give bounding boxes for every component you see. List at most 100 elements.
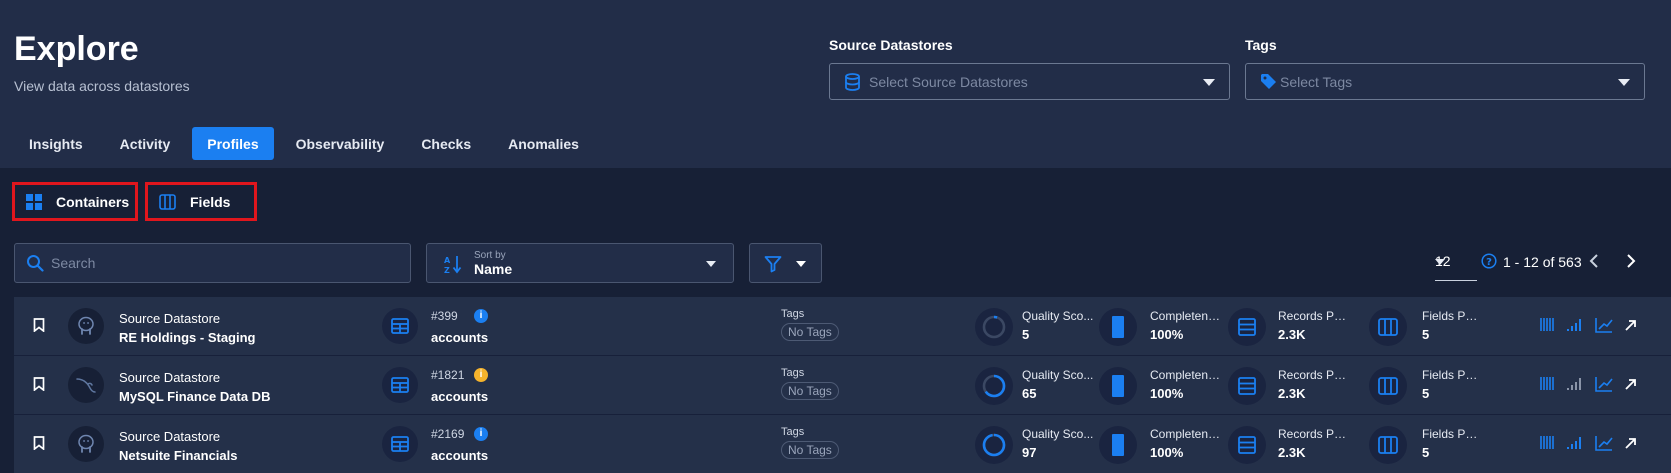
- info-icon[interactable]: i: [474, 427, 488, 441]
- filter-icon: [764, 255, 782, 278]
- sort-select[interactable]: AZ Sort by Name: [426, 243, 734, 283]
- fields-toggle[interactable]: Fields: [145, 182, 257, 221]
- records-profiled-label: Records Profil...: [1278, 309, 1350, 323]
- signal-bars-icon[interactable]: [1567, 435, 1583, 455]
- mysql-icon: [76, 378, 96, 393]
- container-id: #1821: [431, 368, 465, 382]
- svg-text:A: A: [444, 256, 451, 265]
- records-profiled-icon: [1228, 426, 1266, 464]
- quality-score-value: 5: [1022, 327, 1030, 342]
- tags-label: Tags: [781, 426, 805, 438]
- fields-profiled-icon: [1369, 308, 1407, 346]
- datastore-avatar: [68, 426, 104, 462]
- barcode-icon[interactable]: [1540, 376, 1554, 396]
- search-input[interactable]: [51, 244, 391, 282]
- datastores-filter-label: Source Datastores: [829, 37, 953, 53]
- signal-bars-icon[interactable]: [1567, 317, 1583, 337]
- tab-observability[interactable]: Observability: [281, 127, 400, 160]
- list-item[interactable]: Source Datastore Netsuite Financials #21…: [14, 415, 1671, 473]
- list-item[interactable]: Source Datastore RE Holdings - Staging #…: [14, 297, 1671, 356]
- tags-badge: No Tags: [781, 441, 839, 459]
- records-profiled-value: 2.3K: [1278, 327, 1306, 342]
- search-icon: [26, 254, 44, 277]
- sort-caption: Sort by: [474, 250, 506, 261]
- tab-profiles[interactable]: Profiles: [192, 127, 274, 160]
- tab-checks[interactable]: Checks: [406, 127, 486, 160]
- external-link-icon[interactable]: [1624, 437, 1637, 455]
- datastore-name[interactable]: MySQL Finance Data DB: [119, 389, 270, 404]
- sort-icon: AZ: [444, 254, 462, 279]
- fields-profiled-label: Fields Profi: [1422, 309, 1480, 323]
- fields-profiled-label: Fields Profi: [1422, 427, 1480, 441]
- quality-score-icon: [975, 308, 1013, 346]
- containers-toggle[interactable]: Containers: [12, 182, 138, 221]
- quality-score-value: 65: [1022, 386, 1037, 401]
- info-icon[interactable]: i: [474, 309, 488, 323]
- containers-label: Containers: [56, 193, 130, 210]
- barcode-icon[interactable]: [1540, 435, 1554, 455]
- profiles-list: Source Datastore RE Holdings - Staging #…: [14, 297, 1671, 473]
- chevron-down-icon: [796, 261, 806, 267]
- tags-placeholder: Select Tags: [1280, 74, 1353, 90]
- tab-anomalies[interactable]: Anomalies: [493, 127, 594, 160]
- sort-value: Name: [474, 261, 513, 277]
- postgres-icon: [78, 316, 94, 335]
- pagination-range: 1 - 12 of 563: [1503, 254, 1582, 270]
- completeness-value: 100%: [1150, 386, 1184, 401]
- line-chart-icon[interactable]: [1595, 376, 1613, 397]
- info-icon[interactable]: i: [474, 368, 488, 382]
- fields-profiled-value: 5: [1422, 386, 1430, 401]
- filter-button[interactable]: [749, 243, 822, 283]
- chevron-right-icon[interactable]: [1623, 251, 1639, 276]
- records-profiled-label: Records Profil...: [1278, 368, 1350, 382]
- tab-insights[interactable]: Insights: [14, 127, 98, 160]
- completeness-value: 100%: [1150, 327, 1184, 342]
- columns-icon: [159, 193, 176, 210]
- page-size-select[interactable]: 12: [1435, 251, 1477, 281]
- quality-score-label: Quality Sco...: [1022, 309, 1094, 323]
- tags-badge: No Tags: [781, 323, 839, 341]
- quality-score-label: Quality Sco...: [1022, 427, 1094, 441]
- records-profiled-label: Records Profil...: [1278, 427, 1350, 441]
- table-icon: [382, 367, 418, 403]
- list-item[interactable]: Source Datastore MySQL Finance Data DB #…: [14, 356, 1671, 415]
- datastore-name[interactable]: Netsuite Financials: [119, 448, 237, 463]
- datastore-name[interactable]: RE Holdings - Staging: [119, 330, 256, 345]
- tags-select[interactable]: Select Tags: [1245, 63, 1645, 100]
- tags-label: Tags: [781, 367, 805, 379]
- fields-profiled-value: 5: [1422, 327, 1430, 342]
- completeness-icon: [1099, 308, 1137, 346]
- bookmark-icon[interactable]: [33, 377, 45, 396]
- page-subtitle: View data across datastores: [14, 78, 190, 94]
- bookmark-icon[interactable]: [33, 318, 45, 337]
- line-chart-icon[interactable]: [1595, 435, 1613, 456]
- database-icon: [844, 73, 861, 96]
- completeness-label: Completene...: [1150, 427, 1222, 441]
- container-name[interactable]: accounts: [431, 330, 488, 345]
- datastores-select[interactable]: Select Source Datastores: [829, 63, 1230, 100]
- datastore-avatar: [68, 308, 104, 344]
- signal-bars-icon[interactable]: [1567, 376, 1583, 396]
- external-link-icon[interactable]: [1624, 319, 1637, 337]
- tab-activity[interactable]: Activity: [105, 127, 186, 160]
- tags-filter-label: Tags: [1245, 37, 1277, 53]
- datastore-label: Source Datastore: [119, 429, 221, 444]
- grid-icon: [26, 193, 42, 210]
- tag-icon: [1260, 73, 1277, 95]
- container-id: #2169: [431, 427, 465, 441]
- line-chart-icon[interactable]: [1595, 317, 1613, 338]
- postgres-icon: [78, 434, 94, 453]
- chevron-down-icon: [1203, 79, 1215, 86]
- chevron-down-icon: [706, 261, 716, 267]
- completeness-icon: [1099, 426, 1137, 464]
- external-link-icon[interactable]: [1624, 378, 1637, 396]
- records-profiled-value: 2.3K: [1278, 386, 1306, 401]
- help-icon[interactable]: ?: [1481, 253, 1497, 274]
- container-name[interactable]: accounts: [431, 448, 488, 463]
- bookmark-icon[interactable]: [33, 436, 45, 455]
- completeness-icon: [1099, 367, 1137, 405]
- container-name[interactable]: accounts: [431, 389, 488, 404]
- chevron-left-icon[interactable]: [1586, 251, 1602, 276]
- page-title: Explore: [14, 30, 139, 68]
- barcode-icon[interactable]: [1540, 317, 1554, 337]
